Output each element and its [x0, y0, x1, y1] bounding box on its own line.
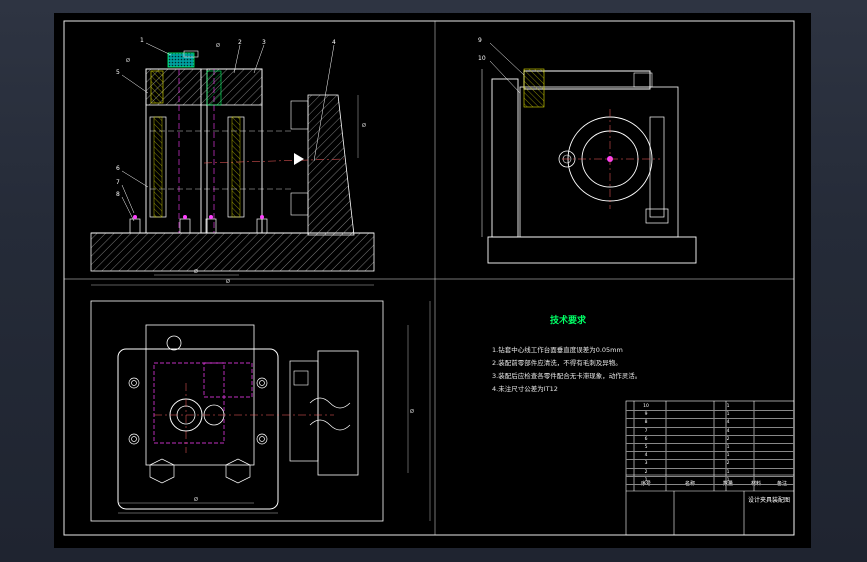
- tech-note-2: 2.装配前零部件应清洗，不得有毛刺及异物。: [492, 359, 622, 367]
- balloon-7: 7: [116, 179, 120, 186]
- title-block-cell: 10: [643, 404, 649, 410]
- balloon-2: 2: [238, 39, 242, 46]
- title-block-cell: 4: [726, 420, 730, 426]
- dim-front-1: Ø: [126, 58, 130, 64]
- title-block-cell: 1: [726, 477, 730, 483]
- balloon-9: 9: [478, 37, 482, 44]
- title-block-cell: 1: [726, 412, 730, 418]
- balloon-3: 3: [262, 39, 266, 46]
- plan-view: [90, 300, 431, 522]
- title-block-cell: 8: [644, 420, 648, 426]
- drawing-sheet: 1 2 3 4 5 6 7 8 9 10 Ø Ø Ø Ø Ø Ø Ø 技术要求 …: [54, 13, 811, 548]
- dim-plan-1: Ø: [194, 497, 198, 503]
- front-view: [90, 42, 375, 286]
- dim-front-3: Ø: [194, 269, 198, 275]
- tech-title: 技术要求: [550, 316, 587, 326]
- tech-requirements: 技术要求 1.钻套中心线工作台面垂直度误差为0.05mm 2.装配前零部件应清洗…: [492, 313, 792, 396]
- title-block-row-list: 10 1 9 1 8 4 7 4 6 2 5 1 4 1 3 2 2 1 1 1: [626, 403, 794, 485]
- balloon-8: 8: [116, 191, 120, 198]
- title-block-row: 32: [626, 460, 794, 469]
- title-block-row: 21: [626, 469, 794, 477]
- dim-front-4: Ø: [226, 279, 230, 285]
- balloon-4: 4: [332, 39, 336, 46]
- tech-note-4: 4.未注尺寸公差为IT12: [492, 385, 558, 393]
- title-block-cell: 2: [644, 469, 648, 475]
- title-block-row: 84: [626, 419, 794, 428]
- side-view: [481, 42, 697, 264]
- title-block-cell: 3: [644, 461, 648, 467]
- dim-plan-2: Ø: [410, 409, 414, 415]
- balloon-6: 6: [116, 165, 120, 172]
- title-block-row: 91: [626, 411, 794, 420]
- balloon-5: 5: [116, 69, 120, 76]
- title-block-cell: 5: [644, 445, 648, 451]
- title-block-cell: 7: [644, 428, 648, 434]
- title-block-cell: 2: [726, 436, 730, 442]
- title-block-name: 设计夹具装配图: [747, 497, 790, 504]
- title-block-cell: 6: [644, 436, 648, 442]
- title-block-cell: 1: [726, 445, 730, 451]
- title-block-cell: 4: [644, 453, 648, 459]
- title-block-row: 11: [626, 477, 794, 485]
- title-block-cell: 1: [726, 469, 730, 475]
- title-block-cell: 1: [726, 453, 730, 459]
- dim-front-2: Ø: [216, 43, 220, 49]
- title-block-cell: 4: [726, 428, 730, 434]
- tech-note-1: 1.钻套中心线工作台面垂直度误差为0.05mm: [492, 346, 623, 354]
- title-block-cell: 1: [644, 477, 648, 483]
- title-block-cell: 1: [726, 404, 730, 410]
- title-block-row: 51: [626, 444, 794, 453]
- balloon-1: 1: [140, 37, 144, 44]
- title-block-row: 41: [626, 452, 794, 461]
- title-block-cell: 2: [726, 461, 730, 467]
- title-block-row: 10 1: [626, 403, 794, 412]
- tech-note-3: 3.装配后应检查各零件配合无卡滞现象，动作灵活。: [492, 372, 642, 380]
- title-block-row: 62: [626, 436, 794, 444]
- balloon-10: 10: [478, 55, 486, 62]
- dim-front-5: Ø: [362, 123, 366, 129]
- title-block-row: 74: [626, 428, 794, 436]
- title-block-cell: 9: [644, 412, 648, 418]
